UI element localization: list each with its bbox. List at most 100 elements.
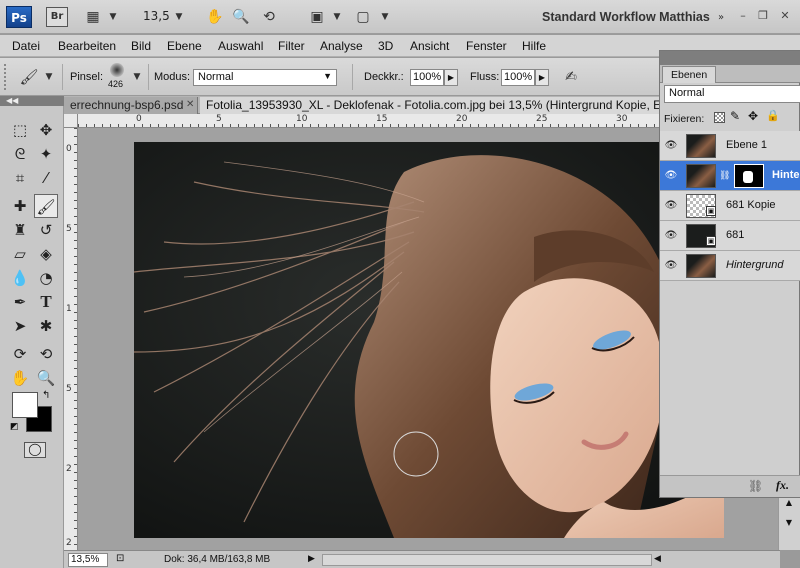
menu-fenster[interactable]: Fenster [466,39,507,53]
visibility-eye-icon[interactable]: 👁 [664,229,678,243]
menu-3d[interactable]: 3D [378,39,393,53]
layer-mask-thumbnail[interactable] [734,164,764,188]
zoom-tool-icon[interactable]: 🔍 [230,7,252,27]
menu-auswahl[interactable]: Auswahl [218,39,263,53]
zoom-input[interactable]: 13,5% [68,553,108,567]
healing-brush-icon[interactable]: ✚ [8,194,32,218]
paint-bucket-icon[interactable]: ◈ [34,242,58,266]
flow-slider-toggle-icon[interactable]: ▶ [535,69,549,86]
flow-input[interactable]: 100% [501,69,535,86]
tab-document-1[interactable]: errechnung-bsp6.psd [64,97,198,114]
hand-tool-icon[interactable]: ✋ [8,366,32,390]
screen-mode-dropdown-icon[interactable]: ▼ [374,7,396,27]
bridge-button[interactable]: Br [46,7,68,27]
brush-preset-dropdown-icon[interactable]: ▼ [38,67,60,87]
rotate-view-icon[interactable]: ⟲ [258,7,280,27]
hand-tool-icon[interactable]: ✋ [204,7,226,27]
fx-button[interactable]: fx. [776,478,789,493]
menu-ansicht[interactable]: Ansicht [410,39,449,53]
arrange-dropdown-icon[interactable]: ▼ [326,7,348,27]
brush-preset-icon[interactable]: 🖌 [18,67,40,87]
menu-analyse[interactable]: Analyse [320,39,363,53]
menu-hilfe[interactable]: Hilfe [522,39,546,53]
layer-thumbnail [686,134,716,158]
scroll-up-icon[interactable]: ▲ [782,498,796,512]
opacity-slider-toggle-icon[interactable]: ▶ [444,69,458,86]
chain-link-icon[interactable]: ⛓ [719,171,730,181]
layer-row-681-kopie[interactable]: 👁 ▣ 681 Kopie [660,191,800,221]
options-grip[interactable] [4,64,12,90]
scroll-down-icon[interactable]: ▼ [782,518,796,532]
screen-mode-icon[interactable]: ▢ [352,7,374,27]
lock-all-icon[interactable]: 🔒 [766,109,780,122]
visibility-eye-icon[interactable]: 👁 [664,139,678,153]
custom-shape-icon[interactable]: ✱ [34,314,58,338]
minimize-icon[interactable]: – [734,8,752,24]
lock-position-icon[interactable]: ✥ [748,109,758,123]
brush-dropdown-icon[interactable]: ▼ [126,67,148,87]
tab-ebenen[interactable]: Ebenen [662,66,717,83]
layer-row-681[interactable]: 👁 ▣ 681 [660,221,800,251]
menu-datei[interactable]: Datei [12,39,40,53]
type-tool-icon[interactable]: T [34,290,58,314]
default-colors-icon[interactable]: ◩ [10,422,19,432]
tab-close-icon[interactable]: ✕ [186,99,194,110]
airbrush-icon[interactable]: ✍ [560,67,582,87]
layer-row-ebene-1[interactable]: 👁 Ebene 1 [660,131,800,161]
eyedropper-icon[interactable]: ⁄ [34,166,58,190]
document-canvas[interactable] [134,142,724,538]
dodge-tool-icon[interactable]: ◔ [34,266,58,290]
visibility-eye-icon[interactable]: 👁 [664,169,678,183]
quick-mask-icon[interactable]: ◯ [24,442,46,458]
move-tool-icon[interactable]: ✥ [34,118,58,142]
path-selection-icon[interactable]: ➤ [8,314,32,338]
workspace-switcher[interactable]: Standard Workflow Matthias [542,10,710,24]
history-brush-icon[interactable]: ↺ [34,218,58,242]
layer-row-hintergrund[interactable]: 👁 Hintergrund [660,251,800,281]
3d-rotate-icon[interactable]: ⟳ [8,342,32,366]
menu-ebene[interactable]: Ebene [167,39,202,53]
lock-transparency-icon[interactable] [714,112,725,123]
horizontal-scrollbar[interactable] [322,554,652,566]
crop-tool-icon[interactable]: ⌗ [8,166,32,190]
chevron-down-icon[interactable]: ▼ [102,7,124,27]
blend-mode-select[interactable]: Normal [664,85,800,103]
toolbox-collapse-icon[interactable]: ◀◀ [0,96,64,106]
blur-tool-icon[interactable]: 💧 [8,266,32,290]
lock-pixels-icon[interactable]: ✎ [730,109,740,123]
menu-bild[interactable]: Bild [131,39,151,53]
pen-tool-icon[interactable]: ✒ [8,290,32,314]
status-menu-icon[interactable]: ▶ [308,554,315,564]
foreground-color-front[interactable] [12,392,38,418]
zoom-level[interactable]: 13,5 [143,9,170,23]
zoom-dropdown-icon[interactable]: ▼ [168,7,190,27]
magic-wand-icon[interactable]: ✦ [34,142,58,166]
link-layers-icon[interactable]: ⛓ [748,479,763,493]
clone-stamp-icon[interactable]: ♜ [8,218,32,242]
ruler-origin[interactable] [64,114,78,128]
menu-filter[interactable]: Filter [278,39,305,53]
scroll-left-icon[interactable]: ◀ [654,554,661,564]
3d-orbit-icon[interactable]: ⟲ [34,342,58,366]
panel-header[interactable] [660,51,800,65]
marquee-tool-icon[interactable]: ⬚ [8,118,32,142]
visibility-eye-icon[interactable]: 👁 [664,199,678,213]
brush-tool-icon[interactable]: 🖌 [34,194,58,218]
layer-row-hintergrund-kopie[interactable]: 👁 ⛓ Hinte [660,161,800,191]
arrange-documents-icon[interactable]: ▣ [306,7,328,27]
close-icon[interactable]: ✕ [776,8,794,24]
workspace-more-icon[interactable]: » [710,8,732,28]
visibility-eye-icon[interactable]: 👁 [664,259,678,273]
status-info-icon[interactable]: ⊡ [116,553,124,564]
menu-bearbeiten[interactable]: Bearbeiten [58,39,116,53]
lasso-tool-icon[interactable]: ᘓ [8,142,32,166]
filmstrip-icon[interactable]: ▦ [82,7,104,27]
restore-icon[interactable]: ❐ [754,8,772,24]
tab-document-2[interactable]: Fotolia_13953930_XL - Deklofenak - Fotol… [200,97,660,114]
zoom-tool-icon[interactable]: 🔍 [34,366,58,390]
brush-tip-icon[interactable] [110,63,124,77]
swap-colors-icon[interactable]: ↰ [42,390,50,401]
eraser-tool-icon[interactable]: ▱ [8,242,32,266]
opacity-input[interactable]: 100% [410,69,444,86]
mode-select[interactable]: Normal ▼ [193,69,337,86]
